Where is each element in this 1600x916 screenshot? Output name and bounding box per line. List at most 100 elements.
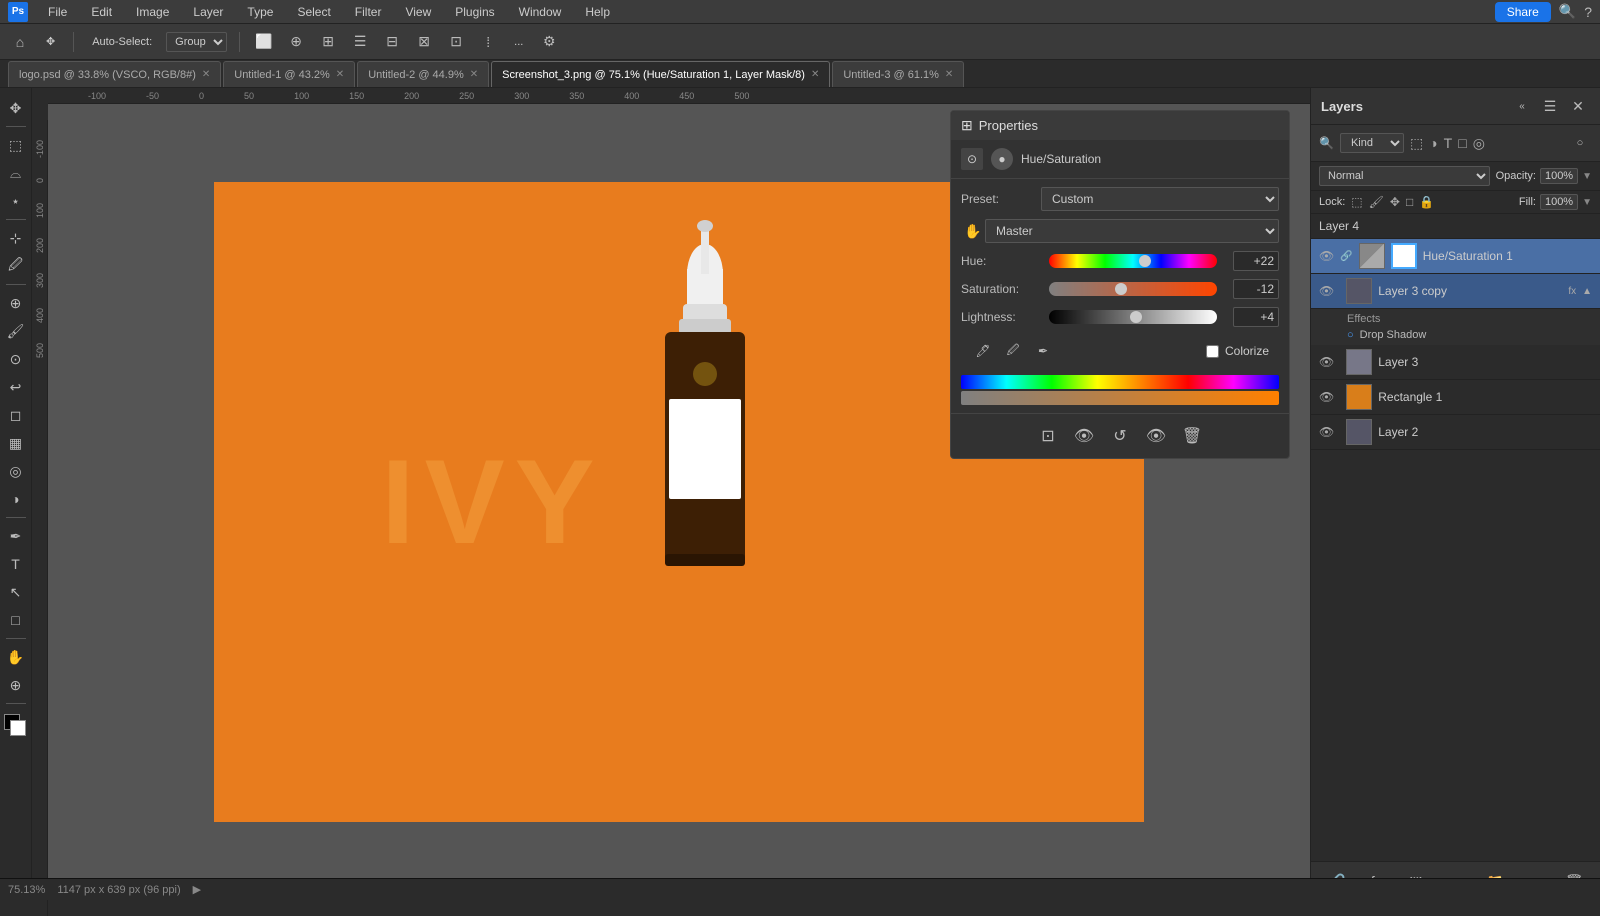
- filter-text-icon[interactable]: T: [1444, 135, 1453, 152]
- lock-artboard-icon[interactable]: □: [1406, 195, 1413, 209]
- gradient-tool[interactable]: ▦: [4, 431, 28, 455]
- lightness-slider-thumb[interactable]: [1130, 311, 1142, 323]
- lightness-slider-track[interactable]: [1049, 310, 1217, 324]
- transform-btn-4[interactable]: ☰: [348, 30, 372, 54]
- filter-smart-icon[interactable]: ◎: [1473, 135, 1485, 152]
- sample-btn-1[interactable]: 🖊: [971, 339, 995, 363]
- menu-select[interactable]: Select: [293, 3, 334, 21]
- brush-tool[interactable]: 🖌: [4, 319, 28, 343]
- drop-shadow-item[interactable]: ○ Drop Shadow: [1347, 327, 1592, 343]
- opacity-expand-icon[interactable]: ▼: [1582, 171, 1592, 182]
- channel-select[interactable]: Master Reds Yellows Greens Cyans Blues M…: [985, 219, 1279, 243]
- marquee-tool[interactable]: ⬚: [4, 133, 28, 157]
- opacity-value[interactable]: 100%: [1540, 168, 1578, 184]
- distribute-btn[interactable]: ⁞: [476, 30, 500, 54]
- menu-view[interactable]: View: [401, 3, 435, 21]
- pen-tool[interactable]: ✒: [4, 524, 28, 548]
- hue-slider-track[interactable]: [1049, 254, 1217, 268]
- menu-window[interactable]: Window: [515, 3, 566, 21]
- menu-plugins[interactable]: Plugins: [451, 3, 498, 21]
- saturation-slider-thumb[interactable]: [1115, 283, 1127, 295]
- tab-close[interactable]: ✕: [202, 69, 210, 80]
- type-tool[interactable]: T: [4, 552, 28, 576]
- healing-tool[interactable]: ⊕: [4, 291, 28, 315]
- transform-btn-3[interactable]: ⊞: [316, 30, 340, 54]
- lock-pixels-icon[interactable]: ⬚: [1351, 195, 1362, 209]
- hand-tool[interactable]: ✋: [4, 645, 28, 669]
- sample-btn-3[interactable]: ✒: [1031, 339, 1055, 363]
- tab-close[interactable]: ✕: [470, 69, 478, 80]
- search-icon[interactable]: 🔍: [1559, 3, 1576, 20]
- clone-tool[interactable]: ⊙: [4, 347, 28, 371]
- color-picker[interactable]: [4, 714, 28, 738]
- magic-wand-tool[interactable]: ⋆: [4, 189, 28, 213]
- tab-close[interactable]: ✕: [945, 69, 953, 80]
- clip-to-layer-btn[interactable]: ⊡: [1034, 422, 1062, 450]
- layer-item[interactable]: 👁 Layer 2: [1311, 415, 1600, 450]
- effect-eye-icon[interactable]: ○: [1347, 329, 1354, 341]
- fill-expand-icon[interactable]: ▼: [1582, 197, 1592, 208]
- tab-close[interactable]: ✕: [811, 69, 819, 80]
- tab-untitled3[interactable]: Untitled-3 @ 61.1% ✕: [832, 61, 964, 87]
- filter-shape-icon[interactable]: □: [1458, 135, 1466, 152]
- saturation-slider-track[interactable]: [1049, 282, 1217, 296]
- layer-item[interactable]: 👁 Rectangle 1: [1311, 380, 1600, 415]
- align-center[interactable]: ⊠: [412, 30, 436, 54]
- help-icon[interactable]: ?: [1584, 4, 1592, 20]
- layer-eye-icon[interactable]: 👁: [1319, 390, 1334, 404]
- filter-toggle-btn[interactable]: ○: [1568, 131, 1592, 155]
- share-button[interactable]: Share: [1495, 2, 1551, 22]
- more-options[interactable]: ...: [508, 34, 529, 50]
- move-tool[interactable]: ✥: [4, 96, 28, 120]
- fill-value[interactable]: 100%: [1540, 194, 1578, 210]
- close-layers-btn[interactable]: ✕: [1566, 94, 1590, 118]
- filter-adjust-icon[interactable]: ◑: [1429, 135, 1437, 152]
- settings-icon[interactable]: ⚙: [537, 30, 561, 54]
- layer-eye-icon[interactable]: 👁: [1319, 249, 1334, 263]
- menu-help[interactable]: Help: [581, 3, 614, 21]
- align-right[interactable]: ⊡: [444, 30, 468, 54]
- tab-untitled1[interactable]: Untitled-1 @ 43.2% ✕: [223, 61, 355, 87]
- tab-screenshot3[interactable]: Screenshot_3.png @ 75.1% (Hue/Saturation…: [491, 61, 830, 87]
- menu-layer[interactable]: Layer: [189, 3, 227, 21]
- autoselect-select[interactable]: Group Layer: [166, 32, 227, 52]
- filter-pixel-icon[interactable]: ⬚: [1410, 135, 1423, 152]
- filter-kind-select[interactable]: Kind Name Effect: [1340, 133, 1404, 153]
- crop-tool[interactable]: ⊹: [4, 226, 28, 250]
- align-left[interactable]: ⊟: [380, 30, 404, 54]
- tab-close[interactable]: ✕: [336, 69, 344, 80]
- path-select-tool[interactable]: ↖: [4, 580, 28, 604]
- blur-tool[interactable]: ◎: [4, 459, 28, 483]
- move-tool-btn[interactable]: ✥: [40, 33, 61, 50]
- shape-tool[interactable]: □: [4, 608, 28, 632]
- lightness-value[interactable]: [1233, 307, 1279, 327]
- home-button[interactable]: ⌂: [8, 30, 32, 54]
- history-brush[interactable]: ↩: [4, 375, 28, 399]
- delete-btn[interactable]: 🗑: [1178, 422, 1206, 450]
- transform-btn-2[interactable]: ⊕: [284, 30, 308, 54]
- menu-type[interactable]: Type: [243, 3, 277, 21]
- layer-eye-icon[interactable]: 👁: [1319, 284, 1334, 298]
- reset-btn[interactable]: ↺: [1106, 422, 1134, 450]
- preset-select[interactable]: Custom Default: [1041, 187, 1279, 211]
- layer-eye-icon[interactable]: 👁: [1319, 425, 1334, 439]
- saturation-value[interactable]: [1233, 279, 1279, 299]
- tab-logo[interactable]: logo.psd @ 33.8% (VSCO, RGB/8#) ✕: [8, 61, 221, 87]
- layer-expand-icon[interactable]: ▲: [1582, 286, 1592, 297]
- canvas-area[interactable]: IVY: [48, 104, 1310, 900]
- layers-menu-btn[interactable]: ☰: [1538, 94, 1562, 118]
- menu-edit[interactable]: Edit: [87, 3, 116, 21]
- menu-image[interactable]: Image: [132, 3, 173, 21]
- eraser-tool[interactable]: ◻: [4, 403, 28, 427]
- blend-mode-select[interactable]: Normal Multiply Screen Overlay: [1319, 166, 1490, 186]
- toggle-btn[interactable]: 👁: [1142, 422, 1170, 450]
- lasso-tool[interactable]: ⌓: [4, 161, 28, 185]
- toggle-visibility-btn[interactable]: 👁: [1070, 422, 1098, 450]
- hue-slider-thumb[interactable]: [1139, 255, 1151, 267]
- transform-btn-1[interactable]: ⬜: [252, 30, 276, 54]
- lock-move-icon[interactable]: ✥: [1390, 195, 1400, 209]
- dodge-tool[interactable]: ◑: [4, 487, 28, 511]
- layer-item[interactable]: 👁 Layer 3 copy fx ▲: [1311, 274, 1600, 309]
- lock-all-icon[interactable]: 🔒: [1419, 195, 1434, 209]
- layer-eye-icon[interactable]: 👁: [1319, 355, 1334, 369]
